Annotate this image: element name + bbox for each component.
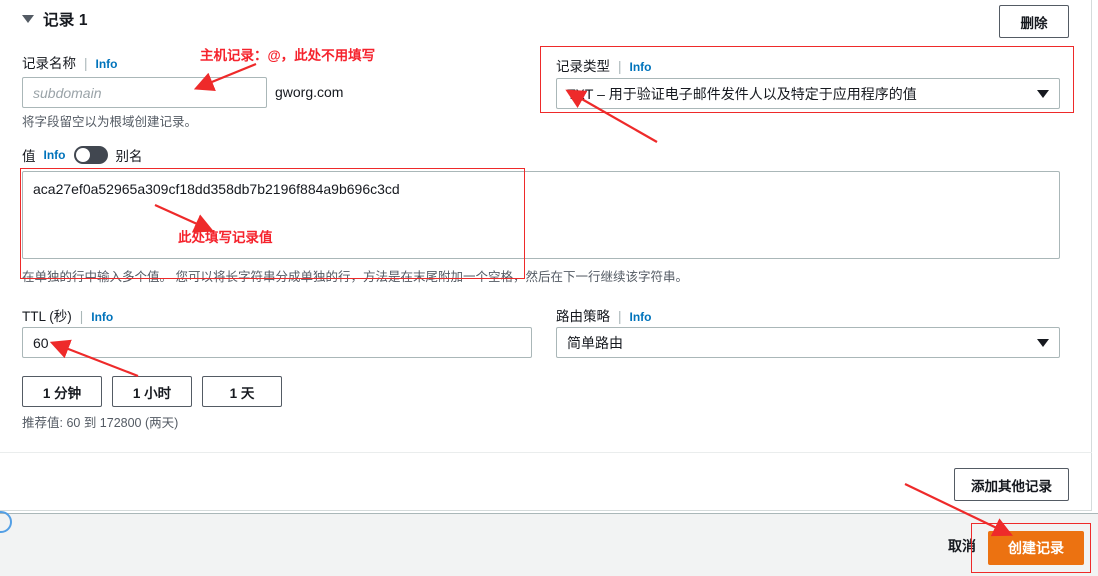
record-value-textarea[interactable] (22, 171, 1060, 259)
record-type-selected-value: TXT – 用于验证电子邮件发件人以及特定于应用程序的值 (567, 85, 917, 102)
routing-policy-info-link[interactable]: Info (630, 310, 652, 324)
routing-policy-label-group: 路由策略 | Info (556, 305, 652, 325)
value-label-group: 值 Info 别名 (22, 145, 143, 165)
alias-label: 别名 (115, 149, 143, 164)
ttl-preset-group: 1 分钟 1 小时 1 天 (22, 376, 282, 407)
record-name-hint: 将字段留空以为根域创建记录。 (22, 115, 198, 129)
value-label: 值 (22, 149, 36, 164)
caret-down-icon (1037, 89, 1049, 98)
record-value-hint: 在单独的行中输入多个值。 您可以将长字符串分成单独的行，方法是在末尾附加一个空格… (22, 270, 688, 284)
record-card: 记录 1 删除 记录名称 | Info gworg.com 将字段留空以为根域创… (0, 0, 1092, 511)
cancel-button[interactable]: 取消 (948, 536, 976, 556)
section-divider (0, 452, 1092, 453)
caret-down-icon[interactable] (22, 15, 34, 23)
routing-policy-select[interactable]: 简单路由 (556, 327, 1060, 358)
add-another-record-button[interactable]: 添加其他记录 (954, 468, 1069, 501)
record-header[interactable]: 记录 1 (22, 8, 88, 30)
ttl-input[interactable] (22, 327, 532, 358)
record-name-label: 记录名称 (22, 56, 76, 71)
record-type-label: 记录类型 (556, 59, 610, 74)
ttl-label: TTL (秒) (22, 309, 72, 324)
label-divider: | (79, 309, 84, 324)
ttl-preset-1-minute[interactable]: 1 分钟 (22, 376, 102, 407)
record-title: 记录 1 (43, 12, 88, 29)
record-type-label-group: 记录类型 | Info (556, 55, 652, 75)
alias-toggle[interactable] (73, 146, 108, 164)
label-divider: | (618, 309, 622, 324)
record-name-input[interactable] (22, 77, 267, 108)
ttl-preset-1-hour[interactable]: 1 小时 (112, 376, 192, 407)
ttl-preset-1-day[interactable]: 1 天 (202, 376, 282, 407)
delete-record-button[interactable]: 删除 (999, 5, 1069, 38)
create-records-button[interactable]: 创建记录 (988, 531, 1084, 565)
record-type-info-link[interactable]: Info (630, 60, 652, 74)
footer-bar (0, 513, 1098, 576)
ttl-hint: 推荐值: 60 到 172800 (两天) (22, 416, 179, 430)
label-divider: | (618, 59, 622, 74)
record-name-info-link[interactable]: Info (96, 57, 118, 71)
routing-policy-selected-value: 简单路由 (567, 334, 623, 351)
domain-suffix-label: gworg.com (275, 84, 344, 100)
caret-down-icon (1037, 338, 1049, 347)
record-name-label-group: 记录名称 | Info (22, 52, 118, 72)
record-type-select[interactable]: TXT – 用于验证电子邮件发件人以及特定于应用程序的值 (556, 78, 1060, 109)
ttl-info-link[interactable]: Info (91, 310, 113, 324)
dns-record-form-screen: 记录 1 删除 记录名称 | Info gworg.com 将字段留空以为根域创… (0, 0, 1098, 576)
ttl-label-group: TTL (秒) | Info (22, 305, 113, 325)
label-divider: | (84, 56, 88, 71)
routing-policy-label: 路由策略 (556, 309, 610, 324)
toggle-knob-icon (75, 148, 90, 162)
value-info-link[interactable]: Info (44, 148, 66, 162)
